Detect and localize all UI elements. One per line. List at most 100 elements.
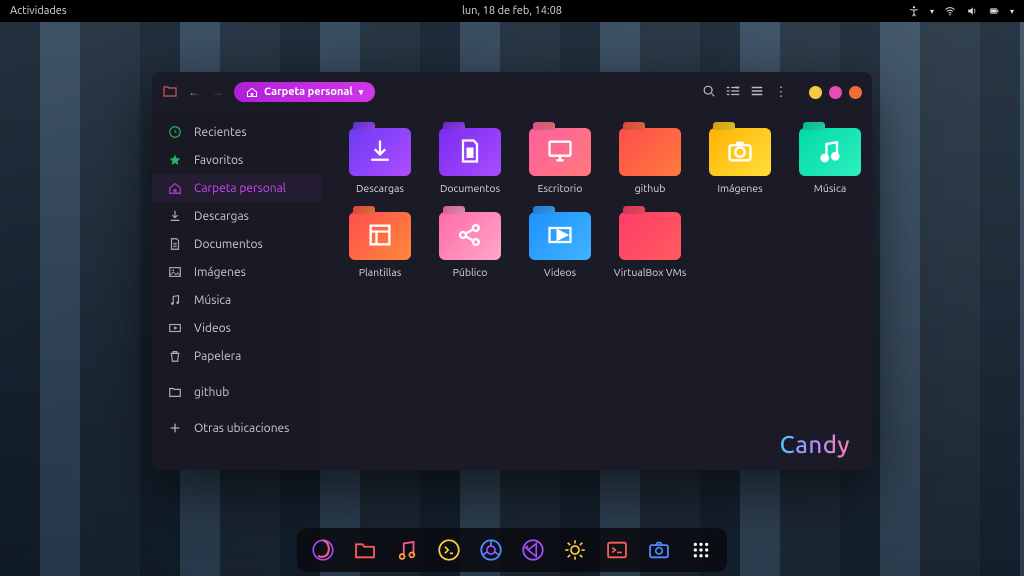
content-pane: Descargas Documentos Escritorio github Imáge… [322,112,872,470]
folder-item[interactable]: Descargas [340,128,420,194]
folder-item[interactable]: Plantillas [340,212,420,278]
system-tray[interactable]: ▾ ▾ [908,5,1014,17]
trash-icon [168,349,182,363]
path-bar[interactable]: Carpeta personal ▾ [234,82,375,102]
music-app-icon[interactable] [393,536,421,564]
folder-item[interactable]: Público [430,212,510,278]
sidebar-item-label: github [194,386,229,399]
camera-icon [726,137,754,167]
folder-label: Escritorio [538,182,583,194]
view-toggle-icon[interactable] [725,84,741,101]
sidebar-item-label: Música [194,294,231,307]
sidebar-item-documentos[interactable]: Documentos [152,230,322,258]
folder-label: Imágenes [717,182,762,194]
wifi-icon[interactable] [944,5,956,17]
folder-icon [709,128,771,176]
download-icon [168,209,182,223]
firefox-icon[interactable] [309,536,337,564]
folder-label: Videos [544,266,576,278]
screenshot-icon[interactable] [645,536,673,564]
clock[interactable]: lun, 18 de feb, 14:08 [462,5,562,17]
search-icon[interactable] [701,84,717,101]
sidebar-item-descargas[interactable]: Descargas [152,202,322,230]
sidebar-item-home[interactable]: Carpeta personal [152,174,322,202]
folder-item[interactable]: Documentos [430,128,510,194]
folder-item[interactable]: Imágenes [700,128,780,194]
plus-icon [168,421,182,435]
volume-icon[interactable] [966,5,978,17]
sidebar-item-favoritos[interactable]: Favoritos [152,146,322,174]
sidebar-item-otras[interactable]: Otras ubicaciones [152,414,322,442]
template-icon [366,221,394,251]
sidebar-item-label: Descargas [194,210,249,223]
folder-icon [349,212,411,260]
folder-icon [619,212,681,260]
sidebar-item-label: Favoritos [194,154,243,167]
folder-item[interactable]: Videos [520,212,600,278]
sidebar-item-label: Documentos [194,238,263,251]
terminal-icon[interactable] [435,536,463,564]
folder-item[interactable]: github [610,128,690,194]
folder-item[interactable]: VirtualBox VMs [610,212,690,278]
accessibility-icon[interactable] [908,5,920,17]
music-icon [816,137,844,167]
folder-label: Descargas [356,182,404,194]
sidebar-item-label: Carpeta personal [194,182,286,195]
sidebar-item-papelera[interactable]: Papelera [152,342,322,370]
share-icon [456,221,484,251]
sidebar-item-imagenes[interactable]: Imágenes [152,258,322,286]
folder-label: Plantillas [359,266,402,278]
window-titlebar: ← → Carpeta personal ▾ ⋮ [152,72,872,112]
sidebar-item-label: Imágenes [194,266,246,279]
nav-forward-button[interactable]: → [210,85,226,99]
clock-icon [168,125,182,139]
sidebar-item-label: Otras ubicaciones [194,422,289,435]
home-icon [168,181,182,195]
video-icon [168,321,182,335]
hamburger-menu-icon[interactable] [749,84,765,101]
folder-icon [439,128,501,176]
maximize-button[interactable] [829,86,842,99]
folder-item[interactable]: Escritorio [520,128,600,194]
path-label: Carpeta personal [264,86,353,98]
app-grid-icon[interactable] [687,536,715,564]
new-folder-icon[interactable] [162,83,178,102]
tray-chevron-icon: ▾ [1010,7,1014,16]
folder-grid: Descargas Documentos Escritorio github Imáge… [340,128,854,278]
home-icon [246,86,258,98]
sidebar: Recientes Favoritos Carpeta personal Descar… [152,112,322,470]
chevron-down-icon: ▾ [359,87,364,98]
battery-icon[interactable] [988,5,1000,17]
sidebar-item-label: Papelera [194,350,241,363]
folder-label: Documentos [440,182,500,194]
alt-terminal-icon[interactable] [603,536,631,564]
file-manager-window: ← → Carpeta personal ▾ ⋮ Recientes Favori… [152,72,872,470]
vscode-icon[interactable] [519,536,547,564]
files-icon[interactable] [351,536,379,564]
folder-icon [168,385,182,399]
theme-brand: Candy [780,431,850,458]
folder-label: Música [814,182,846,194]
folder-icon [439,212,501,260]
folder-label: VirtualBox VMs [614,266,687,278]
chrome-icon[interactable] [477,536,505,564]
folder-icon [529,212,591,260]
sidebar-item-github[interactable]: github [152,378,322,406]
folder-item[interactable]: Música [790,128,870,194]
close-button[interactable] [849,86,862,99]
image-icon [168,265,182,279]
settings-icon[interactable] [561,536,589,564]
nav-back-button[interactable]: ← [186,85,202,99]
more-menu-icon[interactable]: ⋮ [773,85,789,100]
sidebar-item-musica[interactable]: Música [152,286,322,314]
activities-button[interactable]: Actividades [10,5,67,17]
download-icon [366,137,394,167]
sidebar-item-videos[interactable]: Videos [152,314,322,342]
folder-icon [799,128,861,176]
star-icon [168,153,182,167]
video-icon [546,221,574,251]
gnome-top-bar: Actividades lun, 18 de feb, 14:08 ▾ ▾ [0,0,1024,22]
minimize-button[interactable] [809,86,822,99]
sidebar-item-recientes[interactable]: Recientes [152,118,322,146]
folder-label: Público [453,266,488,278]
